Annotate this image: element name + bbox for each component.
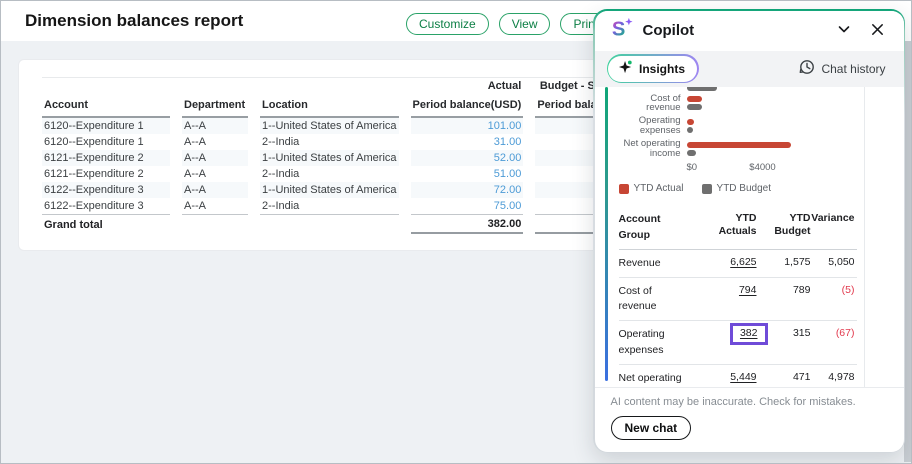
legend-label-budget: YTD Budget [717, 183, 771, 194]
ytd-actuals-link[interactable]: 794 [739, 284, 757, 296]
ytd-budget-cell: 789 [757, 284, 811, 297]
variance-cell: (5) [811, 284, 855, 297]
column-header-location: Location [260, 94, 399, 118]
sparkle-icon [618, 60, 633, 78]
chart-bar [687, 104, 702, 110]
balance-link[interactable]: 75.00 [494, 200, 522, 212]
ytd-actuals-link[interactable]: 382 [740, 327, 758, 339]
account-group-table: Account Group YTD Actuals YTD Budget Var… [619, 206, 857, 386]
header-ytd-budget: YTD Budget [757, 212, 811, 238]
legend-item-actual: YTD Actual [619, 183, 684, 194]
ai-disclaimer: AI content may be inaccurate. Check for … [611, 396, 888, 408]
customize-button[interactable]: Customize [406, 13, 489, 35]
grand-total-actual: 382.00 [411, 214, 524, 234]
copilot-logo-icon: S [611, 17, 633, 44]
chart-category-label: Cost of revenue [619, 94, 681, 114]
chart-bar [687, 142, 791, 148]
chart-row: Cost of revenue [619, 94, 857, 114]
content-scroll-divider [864, 87, 865, 387]
view-button[interactable]: View [499, 13, 551, 35]
chart-bar [687, 150, 696, 156]
chart-category-label: Net operating income [619, 139, 681, 159]
legend-swatch-budget [702, 184, 712, 194]
account-table-row: Revenue 6,6251,5755,050 [619, 250, 857, 278]
account-table-row: Operating expenses 382315(67) [619, 321, 857, 364]
column-header-actual-balance: Period balance(USD) [411, 94, 524, 118]
legend-label-actual: YTD Actual [634, 183, 684, 194]
group-header-actual: Actual [411, 78, 524, 94]
ytd-budget-cell: 1,575 [757, 256, 811, 269]
account-group-cell: Operating expenses [619, 327, 699, 357]
account-table-row: Net operating income 5,4494714,978 [619, 365, 857, 387]
header-account-group: Account Group [619, 212, 699, 242]
x-tick: $4000 [749, 162, 775, 173]
ytd-actuals-cell: 6,625 [699, 256, 757, 269]
variance-cell: (67) [811, 327, 855, 340]
balance-link[interactable]: 101.00 [488, 120, 522, 132]
chart-bar [687, 87, 717, 91]
ytd-budget-cell: 315 [757, 327, 811, 340]
account-table-row: Cost of revenue 794789(5) [619, 278, 857, 321]
copilot-toolbar: Insights Chat history [595, 51, 904, 87]
chart-legend: YTD Actual YTD Budget [619, 183, 857, 194]
insights-label: Insights [639, 62, 685, 76]
chart-bar [687, 127, 693, 133]
grand-total-label: Grand total [42, 214, 170, 234]
insights-button[interactable]: Insights [608, 56, 697, 82]
chevron-down-icon [836, 21, 852, 40]
header-ytd-actuals: YTD Actuals [699, 212, 757, 238]
chart-category-label: Operating expenses [619, 116, 681, 136]
account-table-header-row: Account Group YTD Actuals YTD Budget Var… [619, 206, 857, 249]
close-icon [870, 22, 885, 40]
chart-bar [687, 119, 694, 125]
chart-row: Operating expenses [619, 116, 857, 136]
ytd-actuals-link[interactable]: 6,625 [730, 256, 756, 268]
chart-bar [687, 96, 702, 102]
ytd-actuals-cell: 5,449 [699, 371, 757, 384]
copilot-footer: AI content may be inaccurate. Check for … [595, 387, 904, 452]
balance-link[interactable]: 51.00 [494, 168, 522, 180]
collapse-button[interactable] [832, 19, 856, 43]
ytd-actuals-cell: 382 [699, 327, 757, 340]
chart-row: Net operating income [619, 139, 857, 159]
insight-accent-bar [605, 87, 608, 381]
clock-history-icon [799, 59, 815, 78]
insights-scroll-area[interactable]: RevenueCost of revenueOperating expenses… [595, 87, 904, 387]
balance-link[interactable]: 72.00 [494, 184, 522, 196]
page-scrollbar[interactable] [904, 41, 911, 462]
column-header-department: Department [182, 94, 248, 118]
variance-cell: 4,978 [811, 371, 855, 384]
ytd-bar-chart: Revenue Cost of revenueOperating expenses… [619, 87, 857, 175]
legend-item-budget: YTD Budget [702, 183, 771, 194]
header-variance: Variance [811, 212, 855, 225]
chat-history-button[interactable]: Chat history [793, 58, 891, 79]
ytd-actuals-link[interactable]: 5,449 [730, 371, 756, 383]
account-group-cell: Net operating income [619, 371, 699, 387]
balance-link[interactable]: 52.00 [494, 152, 522, 164]
chart-x-axis: $0 $4000 [687, 162, 857, 174]
copilot-panel: S Copilot [593, 9, 905, 453]
variance-cell: 5,050 [811, 256, 855, 269]
legend-swatch-actual [619, 184, 629, 194]
new-chat-button[interactable]: New chat [611, 416, 692, 440]
chart-row: Revenue [619, 87, 857, 91]
x-tick: $0 [687, 162, 698, 173]
application-window: Dimension balances report Customize View… [0, 0, 912, 464]
copilot-header: S Copilot [595, 11, 904, 51]
chart-category-label: Revenue [619, 87, 681, 89]
chat-history-label: Chat history [821, 62, 885, 76]
balance-link[interactable]: 31.00 [494, 136, 522, 148]
ytd-budget-cell: 471 [757, 371, 811, 384]
copilot-title: Copilot [643, 22, 822, 39]
insight-card: RevenueCost of revenueOperating expenses… [619, 87, 857, 387]
page-title: Dimension balances report [25, 11, 243, 31]
svg-text:S: S [611, 18, 624, 39]
account-group-cell: Revenue [619, 256, 699, 271]
ytd-actuals-cell: 794 [699, 284, 757, 297]
column-header-account: Account [42, 94, 170, 118]
insights-button-border: Insights [607, 54, 699, 83]
close-button[interactable] [866, 19, 890, 43]
account-group-cell: Cost of revenue [619, 284, 699, 314]
